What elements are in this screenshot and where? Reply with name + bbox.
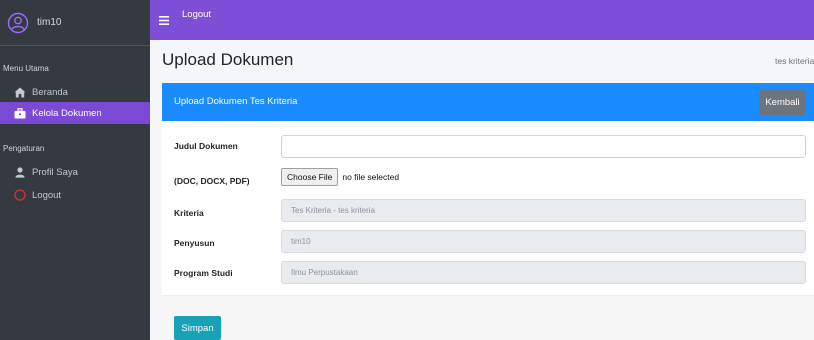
file-type-label: (DOC, DOCX, PDF) xyxy=(174,176,250,186)
page-title: Upload Dokumen xyxy=(162,50,294,69)
card-footer: Simpan xyxy=(162,295,814,340)
user-circle-icon xyxy=(7,12,29,34)
file-input[interactable]: Choose File no file selected xyxy=(281,168,399,186)
user-panel[interactable]: tim10 xyxy=(0,0,150,46)
penyusun-label: Penyusun xyxy=(174,238,215,248)
back-button[interactable]: Kembali xyxy=(759,90,806,115)
sidebar-item-label: Profil Saya xyxy=(32,166,78,178)
hamburger-icon[interactable] xyxy=(159,13,170,27)
sidebar: tim10 Menu Utama Beranda Kelola Dokumen … xyxy=(0,0,150,340)
nav-header-main: Menu Utama xyxy=(3,64,49,73)
prodi-label: Program Studi xyxy=(174,268,233,278)
sidebar-item-label: Kelola Dokumen xyxy=(32,107,102,119)
prodi-field: Ilmu Perpustakaan xyxy=(281,261,806,284)
choose-file-button[interactable]: Choose File xyxy=(281,168,339,186)
card-header: Upload Dokumen Tes Kriteria Kembali xyxy=(162,83,814,121)
penyusun-field: tim10 xyxy=(281,230,806,253)
sidebar-item-label: Beranda xyxy=(32,86,68,98)
sidebar-item-label: Logout xyxy=(32,189,62,201)
sidebar-item-beranda[interactable]: Beranda xyxy=(0,81,150,103)
breadcrumb[interactable]: tes kriteria xyxy=(775,56,814,66)
save-button[interactable]: Simpan xyxy=(174,316,221,340)
judul-label: Judul Dokumen xyxy=(174,141,238,151)
sidebar-item-profil-saya[interactable]: Profil Saya xyxy=(0,161,150,183)
user-icon xyxy=(13,166,26,179)
card-title: Upload Dokumen Tes Kriteria xyxy=(174,96,298,107)
briefcase-icon xyxy=(13,107,26,120)
circle-icon xyxy=(13,189,26,202)
sidebar-item-kelola-dokumen[interactable]: Kelola Dokumen xyxy=(0,102,150,124)
username: tim10 xyxy=(37,17,62,28)
judul-input[interactable] xyxy=(281,135,806,158)
top-navbar: Logout xyxy=(150,0,814,40)
kriteria-label: Kriteria xyxy=(174,208,204,218)
nav-header-settings: Pengaturan xyxy=(3,144,45,153)
top-logout-link[interactable]: Logout xyxy=(182,9,211,20)
sidebar-item-logout[interactable]: Logout xyxy=(0,184,150,206)
file-status: no file selected xyxy=(342,172,400,182)
upload-card: Upload Dokumen Tes Kriteria Kembali Judu… xyxy=(162,83,814,340)
home-icon xyxy=(13,86,26,99)
kriteria-field: Tes Kriteria - tes kriteria xyxy=(281,199,806,222)
